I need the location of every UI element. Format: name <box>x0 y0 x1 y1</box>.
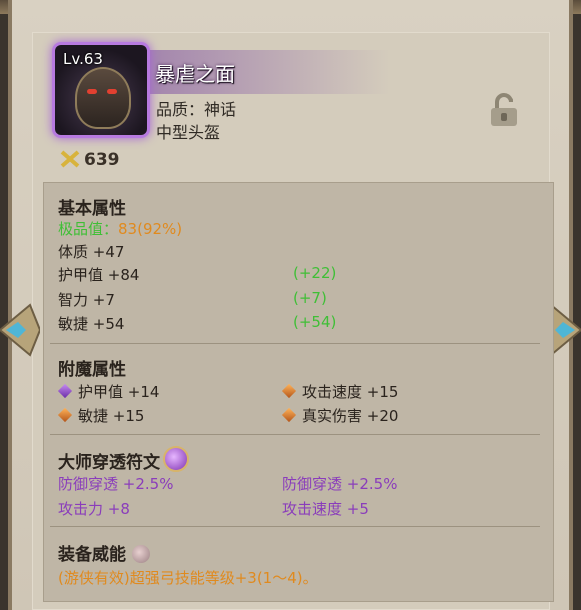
power-title-text: 装备威能 <box>58 545 126 565</box>
base-stat-row: 护甲值 +84 <box>58 266 140 284</box>
crossed-swords-icon <box>60 150 80 168</box>
purple-gem-icon <box>57 383 73 399</box>
power-title: 装备威能 <box>58 540 150 565</box>
rune-stat: 防御穿透 +2.5% <box>58 475 174 493</box>
base-stat-bonus: (+54) <box>293 313 337 331</box>
perfect-value-row: 极品值：83(92%) <box>58 218 182 239</box>
rune-title-text: 大师穿透符文 <box>58 453 160 473</box>
item-score-value: 639 <box>84 150 120 170</box>
rune-stat: 攻击速度 +5 <box>282 500 369 518</box>
orange-gem-icon <box>281 407 297 423</box>
base-attributes-title: 基本属性 <box>58 199 126 219</box>
item-quality: 品质：神话 <box>156 100 237 119</box>
enchant-row: 护甲值 +14 <box>57 381 160 402</box>
orange-gem-icon <box>281 383 297 399</box>
section-divider <box>50 434 540 435</box>
power-description: (游侠有效)超强弓技能等级+3(1～4)。 <box>58 569 318 587</box>
unlock-icon[interactable] <box>488 92 520 128</box>
base-stat-row: 敏捷 +54 <box>58 315 125 333</box>
perfect-value-label: 极品值： <box>58 220 119 238</box>
base-stat-bonus: (+22) <box>293 264 337 282</box>
section-divider <box>50 526 540 527</box>
section-divider <box>50 343 540 344</box>
rune-title: 大师穿透符文 <box>58 446 189 473</box>
item-name: 暴虐之面 <box>155 62 235 86</box>
enchant-row: 敏捷 +15 <box>57 405 145 426</box>
enchant-row: 真实伤害 +20 <box>281 405 399 426</box>
enchant-row: 攻击速度 +15 <box>281 381 399 402</box>
perfect-value-number: 83(92%) <box>118 220 183 238</box>
enchant-text: 真实伤害 +20 <box>302 407 399 425</box>
item-type: 中型头盔 <box>156 123 221 142</box>
rune-stat: 攻击力 +8 <box>58 500 130 518</box>
base-stat-bonus: (+7) <box>293 289 327 307</box>
helmet-icon <box>75 67 131 129</box>
helmet-eye <box>87 89 97 94</box>
enchant-text: 护甲值 +14 <box>78 383 160 401</box>
power-gem-icon <box>132 545 150 563</box>
rune-stat: 防御穿透 +2.5% <box>282 475 398 493</box>
enchant-text: 敏捷 +15 <box>78 407 145 425</box>
base-stat-row: 体质 +47 <box>58 243 125 261</box>
rune-icon[interactable] <box>163 446 189 472</box>
orange-gem-icon <box>57 407 73 423</box>
item-level: Lv.63 <box>63 50 103 68</box>
helmet-eye <box>107 89 117 94</box>
left-frame-gem-icon <box>0 303 40 357</box>
enchant-attributes-title: 附魔属性 <box>58 360 126 380</box>
base-stat-row: 智力 +7 <box>58 291 115 309</box>
enchant-text: 攻击速度 +15 <box>302 383 399 401</box>
item-score: 639 <box>60 150 120 170</box>
